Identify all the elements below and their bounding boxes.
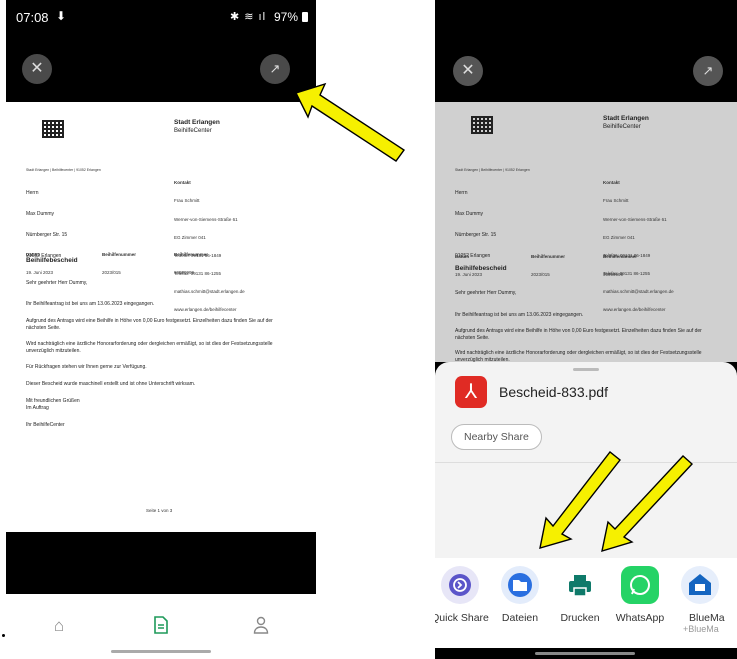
closing: Mit freundlichen Grüßen Im Auftrag	[26, 398, 80, 411]
open-external-icon: ↗	[702, 63, 714, 78]
share-app-dateien[interactable]: Dateien	[489, 566, 551, 624]
bottom-navigation: ⌂	[6, 594, 316, 659]
sender-line: Stadt Erlangen | Beihilfecenter | 91052 …	[455, 168, 530, 172]
download-icon: ⬇	[56, 9, 67, 23]
org-unit: BeihilfeCenter	[174, 128, 212, 134]
share-app-whatsapp[interactable]: WhatsApp	[609, 566, 671, 624]
pdf-icon: ⅄	[455, 376, 487, 408]
paragraph-5: Dieser Bescheid wurde maschinell erstell…	[26, 381, 196, 387]
city-logo	[42, 120, 64, 138]
printer-icon	[561, 566, 599, 604]
org-unit: BeihilfeCenter	[603, 124, 641, 130]
city-logo	[471, 116, 493, 134]
meta-id: Beihilfenummer 99999999	[174, 252, 209, 276]
open-external-icon: ↗	[269, 61, 281, 76]
right-gesture-area	[435, 648, 737, 659]
gesture-bar-right	[535, 652, 635, 655]
nearby-share-button[interactable]: Nearby Share	[451, 424, 542, 450]
gesture-bar	[111, 650, 211, 653]
close-icon: ✕	[461, 62, 475, 79]
sheet-handle[interactable]	[573, 368, 599, 371]
document-icon[interactable]	[146, 616, 176, 639]
viewer-bottom	[6, 532, 316, 594]
right-phone-screen: ✕ ↗ Stadt Erlangen BeihilfeCenter Stadt …	[435, 0, 737, 659]
status-time: 07:08	[16, 10, 49, 25]
salutation: Sehr geehrter Herr Dummy,	[26, 280, 88, 286]
quick-share-icon	[441, 566, 479, 604]
share-app-bluemail[interactable]: BlueMa +BlueMa	[669, 566, 731, 634]
share-app-drucken[interactable]: Drucken	[549, 566, 611, 624]
status-bar: 07:08 ⬇ ✱ ≋ ıl 97%	[6, 0, 316, 36]
shared-filename: Bescheid-833.pdf	[499, 384, 608, 400]
sender-line: Stadt Erlangen | Beihilfecenter | 91052 …	[26, 168, 101, 172]
profile-icon[interactable]	[246, 616, 276, 639]
share-sheet: ⅄ Bescheid-833.pdf Nearby Share Quick Sh…	[435, 362, 737, 659]
share-app-quick-share[interactable]: Quick Share	[435, 566, 491, 624]
paragraph-3: Wird nachträglich eine ärztliche Honorar…	[455, 350, 703, 362]
paragraph-1: Ihr Beihilfeantrag ist bei uns am 13.06.…	[26, 301, 155, 307]
viewer-toolbar: ✕ ↗	[6, 36, 316, 102]
close-icon: ✕	[30, 60, 44, 77]
close-button[interactable]: ✕	[22, 54, 52, 84]
home-icon[interactable]: ⌂	[44, 616, 74, 636]
viewer-toolbar-right: ✕ ↗	[435, 36, 737, 102]
org-name: Stadt Erlangen	[174, 119, 220, 126]
signature: Ihr BeihilfeCenter	[26, 422, 65, 428]
open-external-button-right[interactable]: ↗	[693, 56, 723, 86]
salutation: Sehr geehrter Herr Dummy,	[455, 290, 517, 296]
paragraph-4: Für Rückfragen stehen wir Ihnen gerne zu…	[26, 364, 147, 370]
page-number: Seite 1 von 3	[146, 508, 173, 513]
left-phone-screen: 07:08 ⬇ ✱ ≋ ıl 97% ✕ ↗ Stadt Erlangen Be…	[6, 0, 316, 659]
signal-icons: ✱ ≋ ıl	[230, 11, 267, 23]
meta-id: Beihilfenummer 99999999	[603, 254, 638, 278]
close-button-right[interactable]: ✕	[453, 56, 483, 86]
sheet-divider	[435, 462, 737, 463]
pdf-page-dimmed: Stadt Erlangen BeihilfeCenter Stadt Erla…	[435, 102, 737, 362]
bluemail-icon	[681, 566, 719, 604]
doc-title: Beihilfebescheid	[455, 265, 507, 272]
battery-icon	[302, 12, 308, 22]
meta-number: Beihilfenummer 2023/015	[102, 252, 137, 276]
paragraph-1: Ihr Beihilfeantrag ist bei uns am 13.06.…	[455, 312, 584, 318]
paragraph-2: Aufgrund des Antrags wird eine Beihilfe …	[26, 318, 275, 331]
whatsapp-icon	[621, 566, 659, 604]
battery-level: 97%	[274, 10, 299, 24]
folder-icon	[501, 566, 539, 604]
open-external-button[interactable]: ↗	[260, 54, 290, 84]
paragraph-2: Aufgrund des Antrags wird eine Beihilfe …	[455, 328, 704, 341]
stray-dot	[2, 634, 5, 637]
meta-number: Beihilfenummer 2023/015	[531, 254, 566, 278]
pdf-page: Stadt Erlangen BeihilfeCenter Stadt Erla…	[6, 102, 316, 532]
share-apps-row: Quick Share Dateien Drucken WhatsApp Blu…	[435, 558, 737, 659]
org-name: Stadt Erlangen	[603, 115, 649, 122]
doc-title: Beihilfebescheid	[26, 257, 78, 264]
paragraph-3: Wird nachträglich eine ärztliche Honorar…	[26, 341, 274, 354]
